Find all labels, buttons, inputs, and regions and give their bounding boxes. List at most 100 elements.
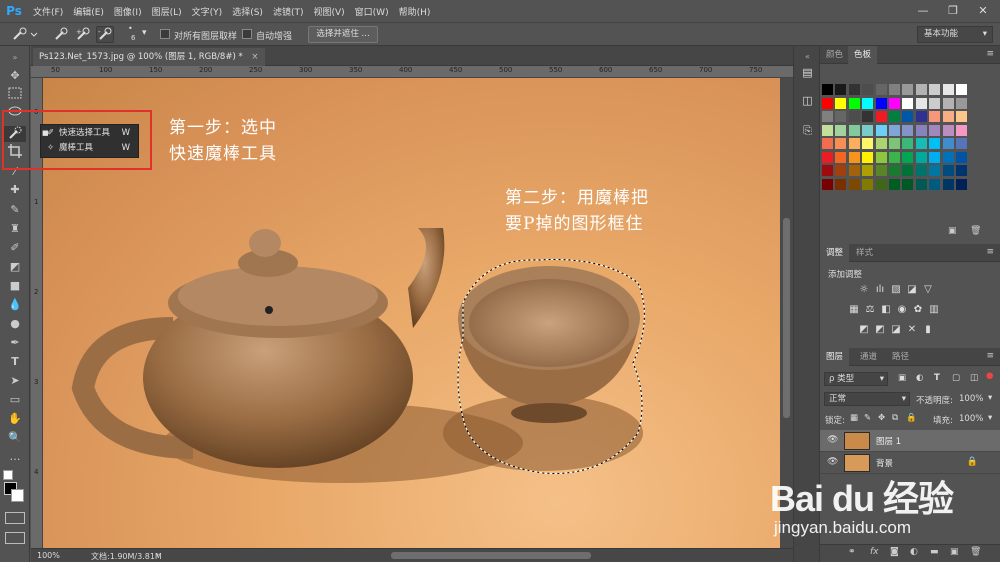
menu-type[interactable]: 文字(Y) (187, 5, 228, 18)
color-swatch[interactable] (929, 97, 941, 109)
menu-window[interactable]: 窗口(W) (350, 5, 394, 18)
hue-saturation-icon[interactable]: ▦ (848, 304, 860, 316)
color-swatch[interactable] (835, 138, 847, 149)
color-swatch[interactable] (929, 138, 941, 149)
black-white-icon[interactable]: ◧ (880, 304, 892, 316)
color-swatch[interactable] (915, 84, 927, 95)
add-to-selection-icon[interactable]: + (74, 26, 92, 43)
clone-stamp-tool-icon[interactable]: ♜ (4, 221, 26, 237)
flyout-item-magic-wand[interactable]: ✧ 魔棒工具 W (41, 141, 138, 156)
color-swatch[interactable] (862, 165, 874, 176)
color-swatch[interactable] (862, 124, 874, 136)
color-swatch[interactable] (889, 84, 900, 95)
document-canvas[interactable]: 第一步：选中 快速魔棒工具 第二步：用魔棒把 要P掉的图形框住 (43, 78, 780, 548)
workspace-dropdown[interactable]: 基本功能 ▾ (917, 26, 993, 43)
color-swatch[interactable] (902, 84, 914, 95)
brush-picker-chevron-icon[interactable]: ▾ (142, 28, 147, 38)
select-and-mask-button[interactable]: 选择并遮住 ... (308, 26, 378, 43)
color-swatch[interactable] (942, 151, 954, 163)
tool-preset-picker[interactable] (8, 26, 40, 43)
color-swatch[interactable] (822, 84, 833, 95)
color-swatch[interactable] (848, 84, 860, 95)
auto-enhance-checkbox[interactable] (242, 29, 252, 39)
invert-icon[interactable]: ◩ (858, 324, 870, 336)
color-swatch[interactable] (942, 111, 954, 122)
filter-smart-icon[interactable]: ◫ (970, 373, 978, 383)
color-swatch[interactable] (862, 111, 874, 122)
color-swatch[interactable] (822, 97, 833, 109)
delete-swatch-icon[interactable]: 🗑 (970, 226, 981, 236)
tab-adjustments[interactable]: 调整 (820, 244, 850, 262)
layer-kind-filter[interactable]: ρ 类型 ▾ (824, 372, 888, 386)
curves-icon[interactable]: ▧ (890, 284, 902, 296)
filter-pixel-icon[interactable]: ▣ (898, 373, 906, 383)
color-lookup-icon[interactable]: ▥ (928, 304, 940, 316)
color-swatch[interactable] (835, 165, 847, 176)
dodge-tool-icon[interactable]: ● (4, 316, 26, 332)
history-brush-tool-icon[interactable]: ✐ (4, 240, 26, 256)
color-swatch[interactable] (929, 124, 941, 136)
color-swatch[interactable] (942, 84, 954, 95)
color-swatch[interactable] (915, 151, 927, 163)
color-swatch[interactable] (956, 151, 967, 163)
color-swatch[interactable] (902, 151, 914, 163)
color-swatch[interactable] (862, 84, 874, 95)
color-swatch[interactable] (956, 97, 967, 109)
move-tool-icon[interactable]: ✥ (4, 68, 26, 84)
menu-view[interactable]: 视图(V) (308, 5, 349, 18)
screen-mode-icon[interactable] (5, 532, 25, 544)
pen-tool-icon[interactable]: ✒ (4, 335, 26, 351)
panel-menu-icon[interactable]: ≡ (986, 49, 994, 59)
tab-paths[interactable]: 路径 (886, 348, 915, 366)
tab-color[interactable]: 颜色 (820, 46, 849, 64)
marquee-tool-icon[interactable] (4, 87, 26, 103)
blend-mode-dropdown[interactable]: 正常 ▾ (824, 392, 910, 406)
color-swatch[interactable] (889, 97, 900, 109)
horizontal-scrollbar-thumb[interactable] (391, 552, 591, 559)
color-swatch[interactable] (848, 124, 860, 136)
tab-layers[interactable]: 图层 (820, 348, 850, 366)
subtract-from-selection-icon[interactable]: - (96, 26, 114, 43)
zoom-level[interactable]: 100% (37, 551, 60, 560)
filter-type-icon[interactable]: T (934, 373, 940, 383)
color-swatch[interactable] (889, 151, 900, 163)
color-swatch[interactable] (822, 165, 833, 176)
new-selection-icon[interactable] (52, 26, 70, 43)
color-swatch[interactable] (942, 97, 954, 109)
tab-channels[interactable]: 通道 (854, 348, 883, 366)
color-swatch[interactable] (848, 138, 860, 149)
color-swatch[interactable] (875, 151, 887, 163)
color-swatch[interactable] (956, 84, 967, 95)
sample-all-layers-checkbox[interactable] (160, 29, 170, 39)
color-swatch[interactable] (929, 178, 941, 190)
color-swatch[interactable] (848, 111, 860, 122)
quick-mask-icon[interactable] (5, 512, 25, 524)
blur-tool-icon[interactable]: 💧 (4, 297, 26, 313)
color-swatch[interactable] (902, 111, 914, 122)
brightness-icon[interactable]: ☼ (858, 284, 870, 296)
color-swatch[interactable] (889, 138, 900, 149)
opacity-value[interactable]: 100% (959, 394, 983, 404)
color-swatch[interactable] (915, 178, 927, 190)
color-swatch[interactable] (929, 84, 941, 95)
color-swatch[interactable] (835, 84, 847, 95)
chevron-down-icon[interactable]: ▾ (988, 413, 992, 423)
eraser-tool-icon[interactable]: ◩ (4, 259, 26, 275)
color-swatch[interactable] (822, 138, 833, 149)
close-tab-icon[interactable]: × (251, 52, 258, 62)
chevron-down-icon[interactable]: ▾ (988, 393, 992, 403)
color-swatch[interactable] (848, 151, 860, 163)
restore-button[interactable]: ❐ (938, 0, 968, 22)
more-tools-icon[interactable]: … (4, 449, 26, 465)
color-swatch[interactable] (835, 151, 847, 163)
panel-menu-icon[interactable]: ≡ (986, 247, 994, 257)
threshold-icon[interactable]: ◪ (890, 324, 902, 336)
visibility-eye-icon[interactable]: 👁 (827, 435, 838, 445)
color-swatch[interactable] (889, 178, 900, 190)
type-tool-icon[interactable]: T (4, 354, 26, 370)
lock-transparent-icon[interactable]: ▦ (850, 413, 858, 423)
color-swatch[interactable] (848, 97, 860, 109)
color-swatch[interactable] (862, 178, 874, 190)
close-window-button[interactable]: ✕ (968, 0, 998, 22)
color-swatch[interactable] (929, 151, 941, 163)
